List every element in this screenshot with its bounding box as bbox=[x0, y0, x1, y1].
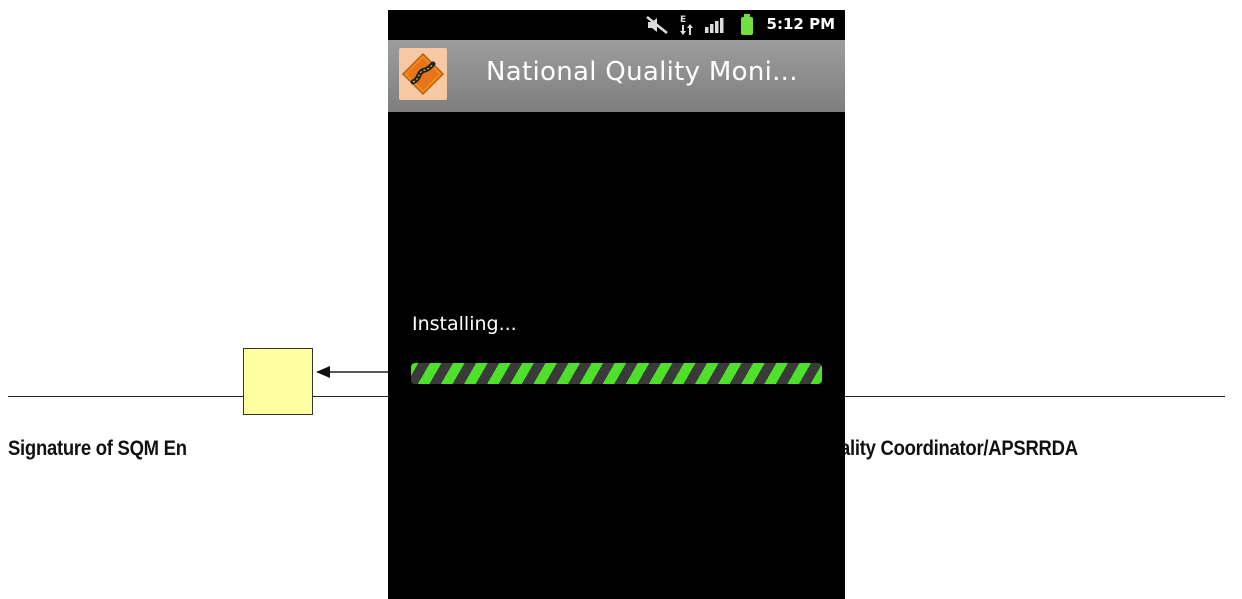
installing-label: Installing... bbox=[412, 313, 517, 335]
status-bar: E 5:12 PM bbox=[388, 10, 845, 40]
app-title-bar: National Quality Moni... bbox=[388, 40, 845, 112]
battery-icon bbox=[741, 14, 753, 35]
phone-screen: E 5:12 PM National Quality Moni... Insta… bbox=[388, 10, 845, 599]
signal-icon bbox=[705, 18, 724, 33]
signature-line-right bbox=[843, 396, 1225, 397]
svg-text:E: E bbox=[680, 15, 686, 25]
data-transfer-icon: E bbox=[680, 15, 693, 35]
mute-icon bbox=[646, 16, 668, 34]
comment-arrow bbox=[316, 366, 390, 378]
install-progress-bar bbox=[411, 363, 822, 384]
app-road-icon bbox=[399, 48, 447, 100]
app-title: National Quality Moni... bbox=[486, 57, 798, 87]
status-clock: 5:12 PM bbox=[766, 15, 835, 33]
install-progress-fill bbox=[411, 363, 822, 384]
signature-label-left: Signature of SQM En bbox=[8, 437, 187, 460]
